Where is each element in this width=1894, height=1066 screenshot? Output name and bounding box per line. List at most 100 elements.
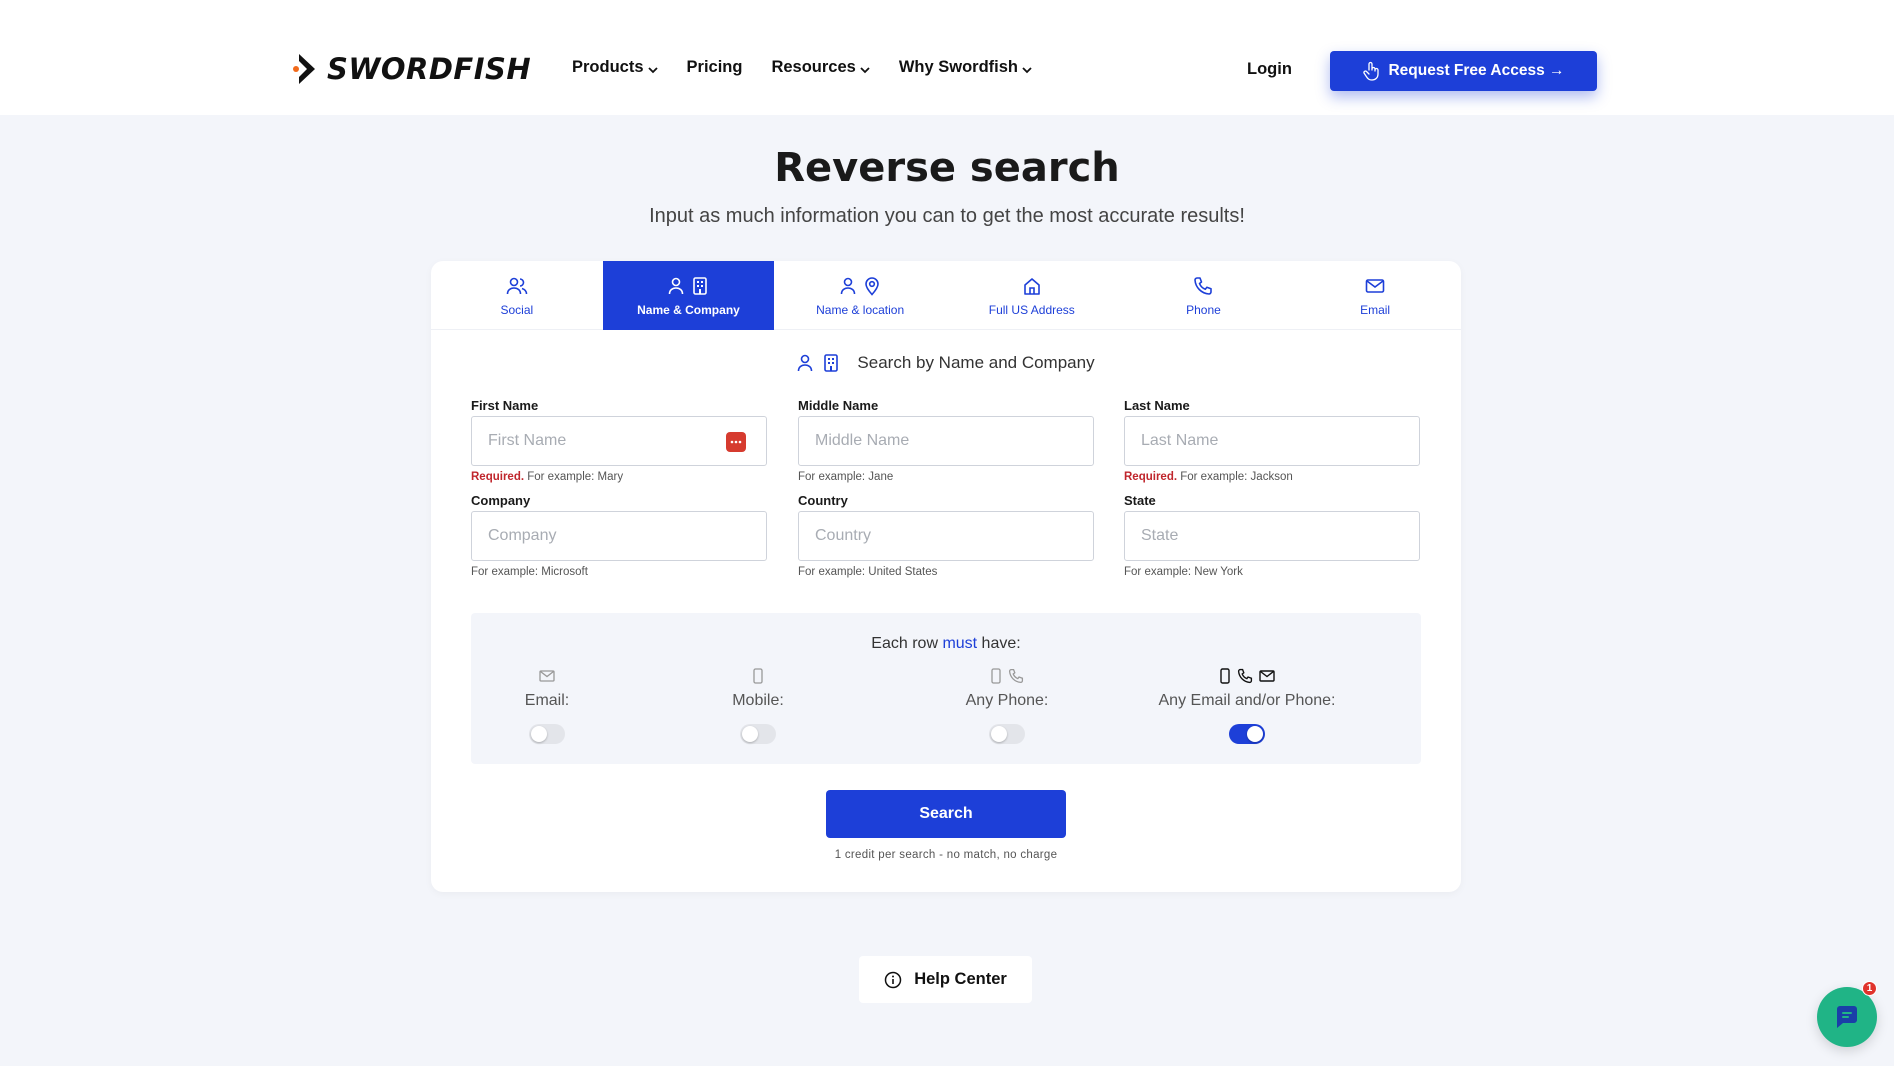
nav-products[interactable]: Products (572, 58, 658, 77)
request-free-access-button[interactable]: Request Free Access → (1330, 51, 1597, 91)
state-hint: For example: New York (1124, 566, 1243, 578)
state-box (1124, 511, 1420, 561)
swordfish-logo[interactable]: SWORDFISH (293, 52, 531, 86)
chevron-down-icon (1022, 66, 1032, 73)
login-link[interactable]: Login (1247, 60, 1292, 79)
must-have-title: Each row must have: (471, 635, 1421, 653)
nav-why-swordfish-label: Why Swordfish (898, 58, 1019, 76)
option-any-phone: Any Phone: (962, 667, 1052, 744)
tab-full-us-address-label: Full US Address (988, 303, 1075, 317)
country-box (798, 511, 1094, 561)
first-name-box (471, 416, 767, 466)
first-name-input[interactable] (488, 432, 728, 450)
chevron-down-icon (860, 66, 870, 73)
tab-email[interactable]: Email (1289, 261, 1461, 330)
company-input[interactable] (488, 527, 728, 545)
option-any-email-phone-label: Any Email and/or Phone: (1158, 692, 1336, 709)
person-icon (798, 354, 813, 372)
first-name-group: First Name Required. For example: Mary (471, 398, 767, 483)
password-manager-icon[interactable] (726, 432, 746, 452)
option-any-phone-label: Any Phone: (965, 692, 1049, 709)
nav-pricing-label: Pricing (686, 58, 743, 76)
mail-icon (1365, 279, 1385, 293)
pointer-hand-icon (1363, 61, 1380, 81)
last-name-input[interactable] (1141, 432, 1381, 450)
option-mobile-label: Mobile: (732, 692, 784, 709)
tab-name-company[interactable]: Name & Company (602, 261, 775, 330)
main-nav: Products Pricing Resources Why Swordfish (572, 58, 1061, 77)
page-title: Reverse search (774, 145, 1120, 191)
tab-phone-label: Phone (1186, 303, 1221, 317)
first-name-label: First Name (471, 398, 539, 413)
middle-name-input[interactable] (815, 432, 1055, 450)
chat-widget-button[interactable] (1817, 987, 1877, 1047)
option-any-email-phone: Any Email and/or Phone: (1152, 667, 1342, 744)
chevron-arrow-logo-icon (293, 54, 315, 84)
must-have-emphasis: must (942, 635, 978, 652)
help-center-label: Help Center (914, 970, 1007, 988)
state-input[interactable] (1141, 527, 1381, 545)
section-title: Search by Name and Company (857, 353, 1095, 372)
phone-icon (1237, 668, 1253, 684)
tab-phone[interactable]: Phone (1118, 261, 1290, 330)
nav-resources[interactable]: Resources (771, 58, 870, 77)
must-have-panel: Each row must have: Email: Mobile: Any P… (471, 613, 1421, 764)
nav-resources-label: Resources (771, 58, 856, 76)
option-email: Email: (525, 667, 569, 744)
first-name-hint: Required. For example: Mary (471, 471, 767, 483)
tab-social[interactable]: Social (431, 261, 603, 330)
search-button[interactable]: Search (826, 790, 1066, 838)
middle-name-group: Middle Name For example: Jane (798, 398, 1094, 483)
tab-name-location-label: Name & location (816, 303, 905, 317)
any-email-phone-toggle[interactable] (1229, 724, 1265, 744)
cta-label: Request Free Access → (1388, 62, 1565, 79)
country-hint: For example: United States (798, 566, 938, 578)
country-group: Country For example: United States (798, 493, 1094, 578)
page-subtitle: Input as much information you can to get… (649, 205, 1245, 227)
must-have-suffix: have: (977, 635, 1021, 652)
phone-icon (1194, 277, 1213, 295)
tab-full-us-address[interactable]: Full US Address (946, 261, 1118, 330)
must-have-prefix: Each row (871, 635, 943, 652)
location-pin-icon (865, 277, 879, 296)
country-label: Country (798, 493, 848, 508)
tab-name-location[interactable]: Name & location (774, 261, 946, 330)
users-icon (506, 277, 528, 295)
home-icon (1023, 278, 1040, 295)
last-name-group: Last Name Required. For example: Jackson (1124, 398, 1420, 483)
option-mobile: Mobile: (732, 667, 784, 744)
mobile-toggle[interactable] (740, 724, 776, 744)
middle-name-box (798, 416, 1094, 466)
last-name-hint: Required. For example: Jackson (1124, 471, 1420, 483)
nav-why-swordfish[interactable]: Why Swordfish (899, 58, 1032, 77)
last-name-label: Last Name (1124, 398, 1190, 413)
nav-products-label: Products (572, 58, 644, 76)
mobile-icon (991, 668, 1001, 684)
tab-name-company-label: Name & Company (637, 303, 740, 317)
nav-pricing[interactable]: Pricing (687, 58, 743, 77)
first-name-example: For example: Mary (524, 471, 624, 483)
option-email-label: Email: (524, 692, 570, 709)
mobile-icon (1220, 668, 1230, 684)
any-phone-toggle[interactable] (989, 724, 1025, 744)
person-icon (669, 277, 684, 295)
mail-icon (539, 670, 555, 682)
tab-email-label: Email (1360, 303, 1391, 317)
country-input[interactable] (815, 527, 1055, 545)
middle-name-hint: For example: Jane (798, 471, 894, 483)
company-box (471, 511, 767, 561)
section-heading: Search by Name and Company (431, 353, 1461, 373)
brand-name: SWORDFISH (327, 52, 532, 86)
phone-icon (1008, 668, 1024, 684)
middle-name-label: Middle Name (798, 398, 879, 413)
search-type-tabs: Social Name & Company Name & location Fu… (431, 261, 1461, 330)
company-group: Company For example: Microsoft (471, 493, 767, 578)
site-header: SWORDFISH Products Pricing Resources Why… (0, 0, 1894, 115)
help-center-button[interactable]: Help Center (859, 956, 1032, 1003)
tab-social-label: Social (500, 303, 534, 317)
state-group: State For example: New York (1124, 493, 1420, 578)
building-icon (693, 277, 708, 295)
credit-note: 1 credit per search - no match, no charg… (834, 849, 1058, 861)
chat-notification-badge: 1 (1862, 981, 1877, 996)
email-toggle[interactable] (529, 724, 565, 744)
